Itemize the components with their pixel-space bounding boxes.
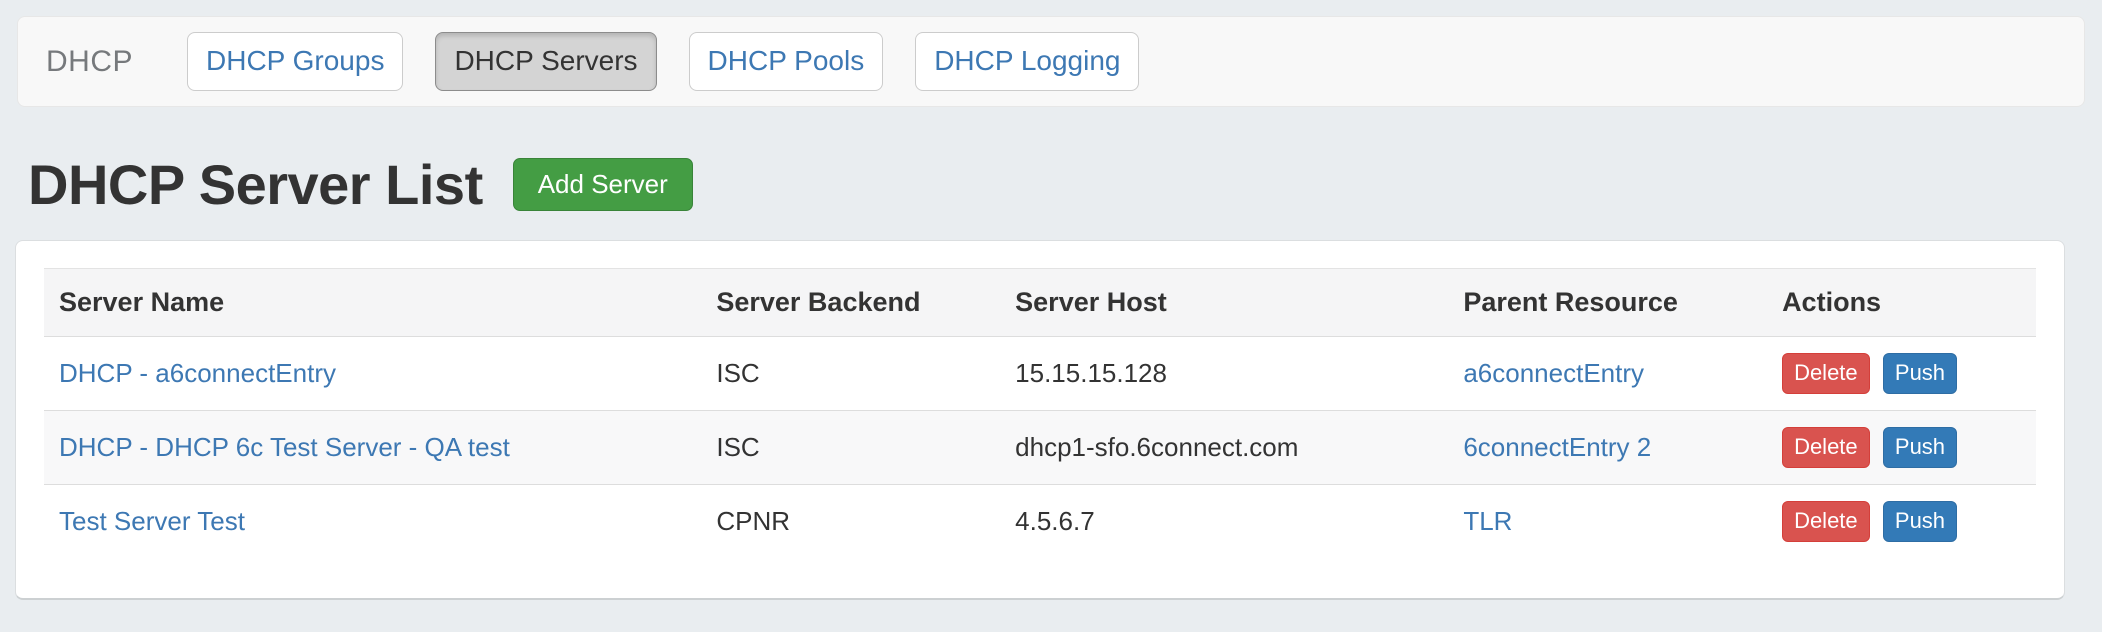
server-name-cell: DHCP - DHCP 6c Test Server - QA test: [44, 411, 701, 485]
tab-dhcp-groups[interactable]: DHCP Groups: [187, 32, 403, 91]
server-list-panel: Server Name Server Backend Server Host P…: [15, 240, 2065, 600]
server-backend-cell: ISC: [701, 411, 1000, 485]
parent-resource-cell: TLR: [1448, 485, 1767, 559]
col-header-server-host: Server Host: [1000, 269, 1448, 337]
actions-cell: Delete Push: [1767, 337, 2036, 411]
server-host-cell: 4.5.6.7: [1000, 485, 1448, 559]
add-server-button[interactable]: Add Server: [513, 158, 693, 212]
table-row: DHCP - DHCP 6c Test Server - QA test ISC…: [44, 411, 2036, 485]
nav-tab-group: DHCP Groups DHCP Servers DHCP Pools DHCP…: [187, 32, 1139, 91]
actions-cell: Delete Push: [1767, 411, 2036, 485]
parent-resource-link[interactable]: TLR: [1463, 506, 1512, 536]
col-header-actions: Actions: [1767, 269, 2036, 337]
tab-dhcp-servers[interactable]: DHCP Servers: [435, 32, 656, 91]
navbar-brand: DHCP: [46, 45, 133, 79]
delete-button[interactable]: Delete: [1782, 353, 1870, 393]
server-name-cell: DHCP - a6connectEntry: [44, 337, 701, 411]
page-header: DHCP Server List Add Server: [28, 152, 693, 217]
col-header-parent-resource: Parent Resource: [1448, 269, 1767, 337]
col-header-server-backend: Server Backend: [701, 269, 1000, 337]
server-name-link[interactable]: DHCP - a6connectEntry: [59, 358, 336, 388]
tab-dhcp-logging[interactable]: DHCP Logging: [915, 32, 1139, 91]
tab-dhcp-pools[interactable]: DHCP Pools: [689, 32, 884, 91]
server-host-cell: dhcp1-sfo.6connect.com: [1000, 411, 1448, 485]
server-name-cell: Test Server Test: [44, 485, 701, 559]
parent-resource-link[interactable]: 6connectEntry 2: [1463, 432, 1651, 462]
parent-resource-cell: 6connectEntry 2: [1448, 411, 1767, 485]
parent-resource-cell: a6connectEntry: [1448, 337, 1767, 411]
server-host-cell: 15.15.15.128: [1000, 337, 1448, 411]
table-header-row: Server Name Server Backend Server Host P…: [44, 269, 2036, 337]
server-table: Server Name Server Backend Server Host P…: [44, 268, 2036, 558]
table-row: Test Server Test CPNR 4.5.6.7 TLR Delete…: [44, 485, 2036, 559]
actions-cell: Delete Push: [1767, 485, 2036, 559]
server-backend-cell: CPNR: [701, 485, 1000, 559]
server-backend-cell: ISC: [701, 337, 1000, 411]
page-title: DHCP Server List: [28, 152, 483, 217]
col-header-server-name: Server Name: [44, 269, 701, 337]
table-row: DHCP - a6connectEntry ISC 15.15.15.128 a…: [44, 337, 2036, 411]
delete-button[interactable]: Delete: [1782, 501, 1870, 541]
dhcp-navbar: DHCP DHCP Groups DHCP Servers DHCP Pools…: [17, 16, 2085, 107]
push-button[interactable]: Push: [1883, 427, 1957, 467]
parent-resource-link[interactable]: a6connectEntry: [1463, 358, 1644, 388]
push-button[interactable]: Push: [1883, 353, 1957, 393]
push-button[interactable]: Push: [1883, 501, 1957, 541]
delete-button[interactable]: Delete: [1782, 427, 1870, 467]
server-name-link[interactable]: Test Server Test: [59, 506, 245, 536]
server-name-link[interactable]: DHCP - DHCP 6c Test Server - QA test: [59, 432, 510, 462]
